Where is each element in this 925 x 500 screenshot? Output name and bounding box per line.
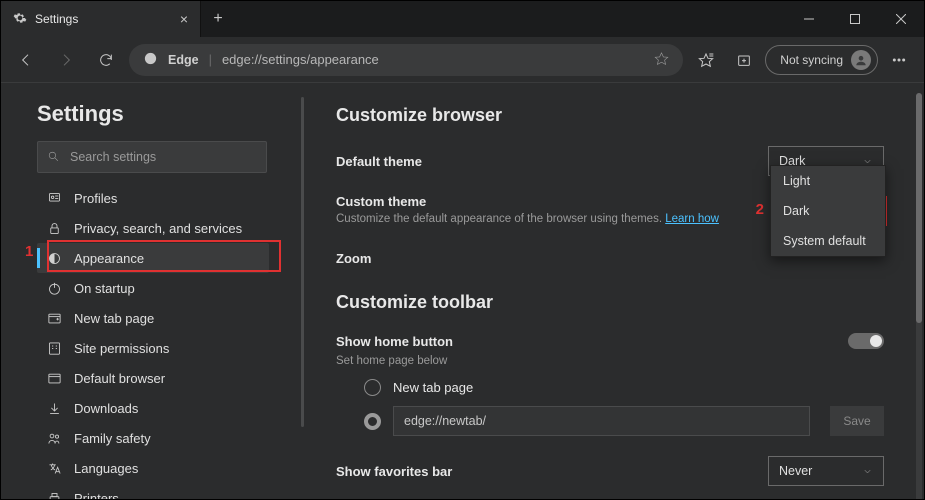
sidebar-item-defaultbrowser[interactable]: Default browser bbox=[37, 363, 269, 393]
avatar-icon bbox=[851, 50, 871, 70]
search-input[interactable] bbox=[37, 141, 267, 173]
maximize-button[interactable] bbox=[832, 1, 878, 37]
show-home-toggle[interactable] bbox=[848, 333, 884, 349]
theme-option-system[interactable]: System default bbox=[771, 226, 885, 256]
titlebar: Settings × + bbox=[1, 1, 924, 37]
favorites-button[interactable] bbox=[689, 43, 723, 77]
profile-sync-pill[interactable]: Not syncing bbox=[765, 45, 878, 75]
settings-content: Customize browser Default theme Dark Cus… bbox=[306, 83, 924, 499]
sidebar-scrollbar[interactable] bbox=[301, 97, 304, 427]
address-bar[interactable]: Edge | edge://settings/appearance bbox=[129, 44, 683, 76]
sidebar-item-sitepermissions[interactable]: Site permissions bbox=[37, 333, 269, 363]
show-home-desc: Set home page below bbox=[336, 355, 884, 367]
home-url-input[interactable] bbox=[393, 406, 810, 436]
minimize-button[interactable] bbox=[786, 1, 832, 37]
save-button[interactable]: Save bbox=[830, 406, 884, 436]
sync-label: Not syncing bbox=[780, 53, 843, 67]
forward-button[interactable] bbox=[49, 43, 83, 77]
sidebar-item-downloads[interactable]: Downloads bbox=[37, 393, 269, 423]
page-title: Settings bbox=[37, 101, 281, 127]
browser-tab[interactable]: Settings × bbox=[1, 1, 201, 37]
show-home-label: Show home button bbox=[336, 334, 453, 349]
settings-sidebar: Settings Profiles Privacy, search, and s… bbox=[1, 83, 301, 499]
sidebar-item-profiles[interactable]: Profiles bbox=[37, 183, 269, 213]
theme-option-light[interactable]: Light bbox=[771, 166, 885, 196]
default-theme-label: Default theme bbox=[336, 154, 422, 169]
sidebar-item-printers[interactable]: Printers bbox=[37, 483, 269, 499]
refresh-button[interactable] bbox=[89, 43, 123, 77]
collections-button[interactable] bbox=[727, 43, 761, 77]
address-brand: Edge bbox=[168, 53, 199, 67]
learn-how-link[interactable]: Learn how bbox=[665, 213, 719, 225]
sidebar-item-startup[interactable]: On startup bbox=[37, 273, 269, 303]
gear-icon bbox=[13, 11, 27, 28]
favorite-star-icon[interactable] bbox=[654, 51, 669, 69]
annotation-1: 1 bbox=[25, 243, 33, 260]
close-window-button[interactable] bbox=[878, 1, 924, 37]
edge-logo-icon bbox=[143, 51, 158, 69]
favorites-bar-select[interactable]: Never bbox=[768, 456, 884, 486]
tab-title: Settings bbox=[35, 12, 78, 26]
more-menu-button[interactable] bbox=[882, 43, 916, 77]
sidebar-item-appearance[interactable]: Appearance bbox=[37, 243, 269, 273]
theme-option-dark[interactable]: Dark bbox=[771, 196, 885, 226]
toolbar: Edge | edge://settings/appearance Not sy… bbox=[1, 37, 924, 83]
sidebar-item-languages[interactable]: Languages bbox=[37, 453, 269, 483]
close-tab-icon[interactable]: × bbox=[180, 11, 188, 27]
section-heading-customize-toolbar: Customize toolbar bbox=[336, 292, 884, 313]
address-url: edge://settings/appearance bbox=[222, 52, 644, 67]
sidebar-item-family[interactable]: Family safety bbox=[37, 423, 269, 453]
home-radio-newtab-label: New tab page bbox=[393, 380, 473, 395]
content-scrollbar[interactable] bbox=[916, 93, 922, 499]
back-button[interactable] bbox=[9, 43, 43, 77]
chevron-down-icon bbox=[862, 466, 873, 477]
section-heading-customize-browser: Customize browser bbox=[336, 105, 884, 126]
new-tab-button[interactable]: + bbox=[201, 1, 235, 37]
theme-dropdown-menu: Light Dark System default bbox=[770, 165, 886, 257]
home-radio-newtab[interactable] bbox=[364, 379, 381, 396]
search-icon bbox=[47, 150, 60, 163]
sidebar-item-privacy[interactable]: Privacy, search, and services bbox=[37, 213, 269, 243]
favorites-bar-label: Show favorites bar bbox=[336, 464, 452, 479]
home-radio-url[interactable] bbox=[364, 413, 381, 430]
sidebar-item-newtab[interactable]: New tab page bbox=[37, 303, 269, 333]
